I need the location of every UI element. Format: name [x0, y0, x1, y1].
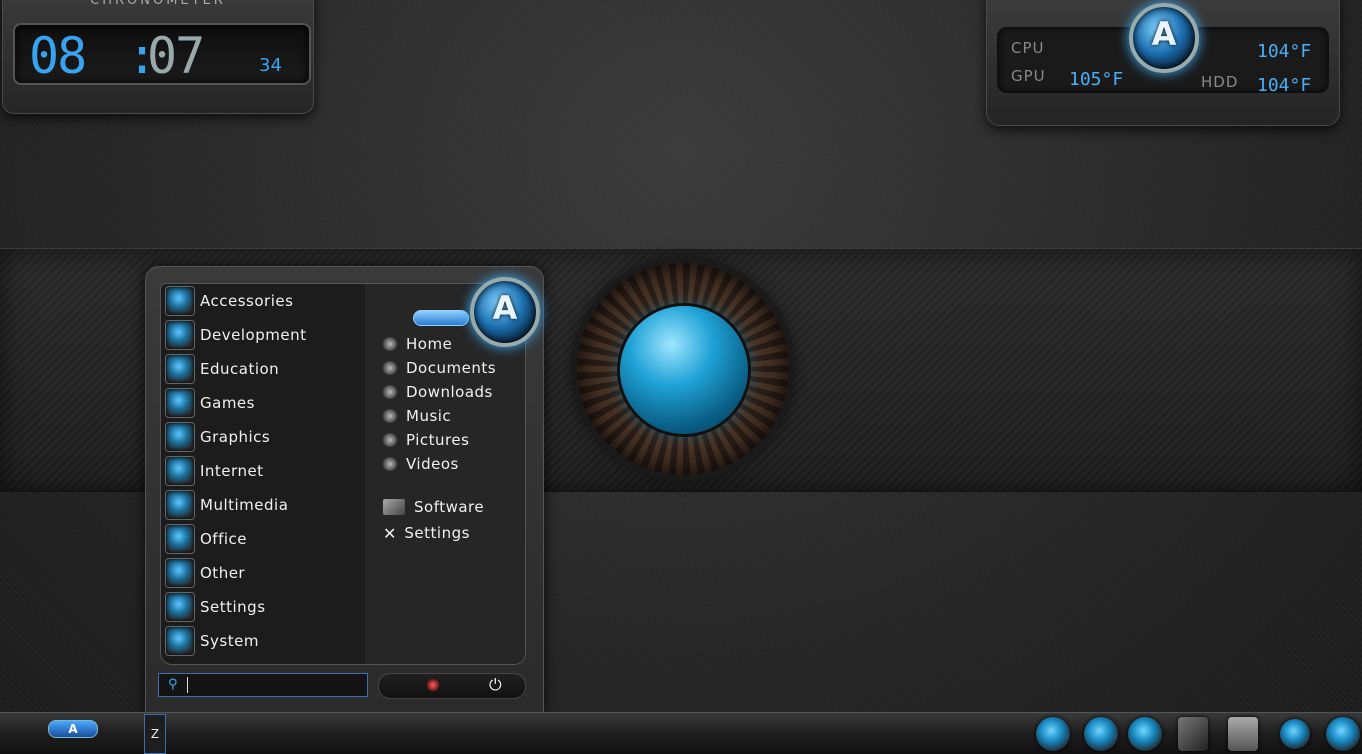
hdd-label: HDD: [1201, 73, 1239, 91]
software-button[interactable]: Software: [383, 496, 484, 518]
start-menu: Accessories Development Education Games …: [145, 266, 544, 714]
cpu-value: 104°F: [1257, 41, 1312, 62]
category-system[interactable]: System: [165, 626, 361, 656]
settings-button[interactable]: ✕ Settings: [383, 522, 470, 544]
category-settings[interactable]: Settings: [165, 592, 361, 622]
taskbar: A Z: [0, 712, 1362, 754]
lock-button[interactable]: [427, 679, 439, 691]
power-button[interactable]: ⏻: [489, 675, 502, 695]
category-education[interactable]: Education: [165, 354, 361, 384]
place-videos[interactable]: Videos: [383, 453, 459, 475]
tray-network-icon[interactable]: [1084, 717, 1118, 751]
place-downloads[interactable]: Downloads: [383, 381, 493, 403]
home-icon: [383, 337, 397, 351]
office-icon: [165, 524, 195, 554]
temperature-widget: CPU 104°F GPU 105°F HDD 104°F A: [986, 0, 1340, 126]
app-launcher-button[interactable]: Z: [144, 714, 166, 754]
clock-hours: 08: [29, 27, 87, 85]
multimedia-icon: [165, 490, 195, 520]
music-icon: [383, 409, 397, 423]
place-pictures[interactable]: Pictures: [383, 429, 469, 451]
gpu-value: 105°F: [1069, 69, 1124, 90]
gear-icon: [165, 558, 195, 588]
category-development[interactable]: Development: [165, 320, 361, 350]
tray-media-icon[interactable]: [1128, 717, 1162, 751]
place-home[interactable]: Home: [383, 333, 452, 355]
tools-icon: ✕: [383, 523, 397, 543]
downloads-icon: [383, 385, 397, 399]
education-icon: [165, 354, 195, 384]
orb-core-icon: [620, 306, 748, 434]
tray-info-icon[interactable]: [1280, 719, 1310, 749]
gamepad-icon: [165, 388, 195, 418]
hdd-value: 104°F: [1257, 75, 1312, 96]
settings-icon: [165, 592, 195, 622]
gpu-label: GPU: [1011, 67, 1046, 85]
accessories-icon: [165, 286, 195, 316]
session-bar: ⏻: [378, 673, 526, 699]
cpu-label: CPU: [1011, 39, 1045, 57]
alienware-logo-icon: A: [1129, 3, 1199, 73]
chronometer-widget: CHRONOMETER 08 : 07 34: [2, 0, 314, 114]
tray-orb-icon[interactable]: [1036, 717, 1070, 751]
search-input[interactable]: ⚲: [158, 673, 368, 697]
text-caret: [187, 677, 188, 693]
category-graphics[interactable]: Graphics: [165, 422, 361, 452]
development-icon: [165, 320, 195, 350]
clock-display: 08 : 07 34: [13, 23, 311, 85]
menu-logo-icon: A: [470, 277, 540, 347]
place-documents[interactable]: Documents: [383, 357, 496, 379]
tray-trash-icon[interactable]: [1228, 717, 1258, 751]
menu-panel: Accessories Development Education Games …: [160, 283, 526, 665]
tray-files-icon[interactable]: [1178, 717, 1208, 751]
graphics-icon: [165, 422, 195, 452]
category-games[interactable]: Games: [165, 388, 361, 418]
category-internet[interactable]: Internet: [165, 456, 361, 486]
tray-power-icon[interactable]: [1326, 717, 1360, 751]
search-icon: ⚲: [168, 677, 178, 692]
internet-icon: [165, 456, 195, 486]
category-accessories[interactable]: Accessories: [165, 286, 361, 316]
category-multimedia[interactable]: Multimedia: [165, 490, 361, 520]
clock-seconds: 34: [259, 55, 282, 76]
chronometer-title: CHRONOMETER: [90, 0, 226, 8]
start-button[interactable]: A: [48, 720, 98, 738]
pictures-icon: [383, 433, 397, 447]
software-icon: [383, 499, 405, 515]
category-other[interactable]: Other: [165, 558, 361, 588]
category-office[interactable]: Office: [165, 524, 361, 554]
documents-icon: [383, 361, 397, 375]
system-icon: [165, 626, 195, 656]
place-music[interactable]: Music: [383, 405, 451, 427]
user-pill-button[interactable]: [413, 310, 469, 326]
clock-minutes: 07: [147, 27, 205, 85]
videos-icon: [383, 457, 397, 471]
